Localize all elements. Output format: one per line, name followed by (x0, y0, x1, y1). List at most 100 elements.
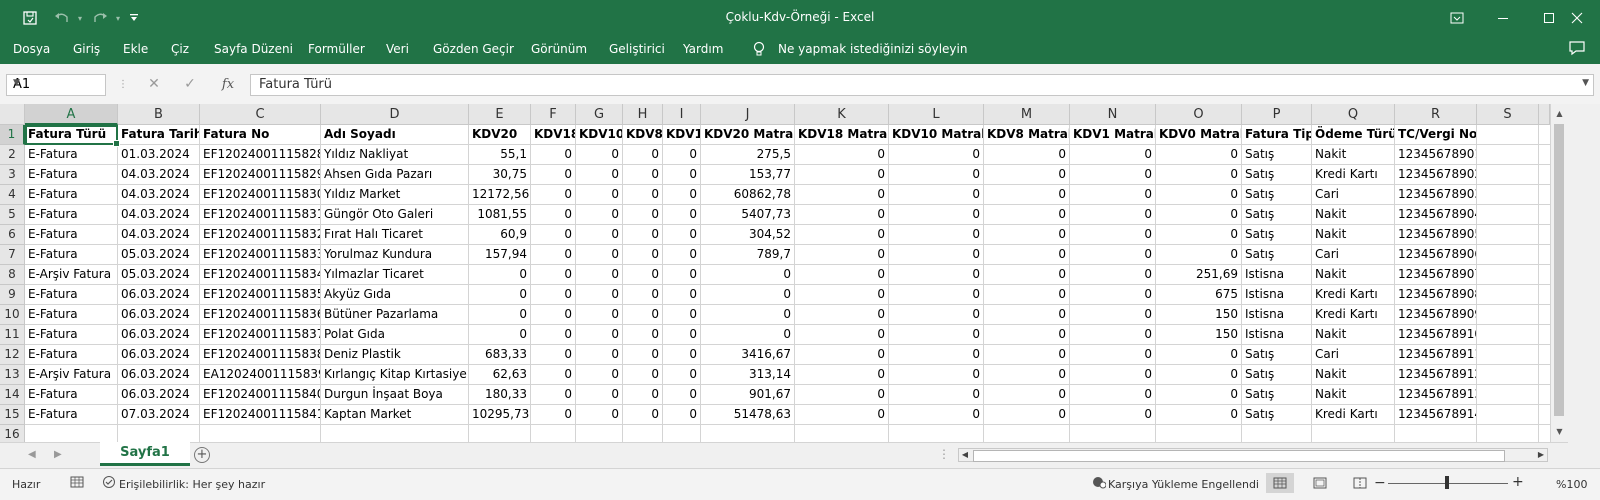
cell[interactable]: Ahsen Gıda Pazarı (321, 165, 469, 185)
cell[interactable]: 04.03.2024 (118, 205, 200, 225)
cell[interactable]: 06.03.2024 (118, 285, 200, 305)
cell[interactable] (1477, 165, 1539, 185)
column-header[interactable]: E (469, 104, 531, 125)
comments-icon[interactable] (1568, 40, 1586, 59)
cell[interactable]: 0 (531, 165, 576, 185)
cell[interactable]: Yılmazlar Ticaret (321, 265, 469, 285)
cell[interactable] (984, 425, 1070, 442)
cell[interactable]: Akyüz Gıda (321, 285, 469, 305)
cell[interactable]: 275,5 (701, 145, 795, 165)
cell[interactable]: Kaptan Market (321, 405, 469, 425)
row-header[interactable]: 5 (0, 205, 25, 225)
cell[interactable]: 157,94 (469, 245, 531, 265)
row-header[interactable]: 12 (0, 345, 25, 365)
horizontal-scroll-thumb[interactable] (973, 450, 1505, 462)
cell[interactable]: 0 (795, 165, 889, 185)
cell[interactable]: 0 (576, 285, 623, 305)
cell[interactable]: 0 (889, 365, 984, 385)
cell[interactable]: 0 (576, 325, 623, 345)
cell[interactable] (1477, 205, 1539, 225)
cell[interactable]: 0 (889, 165, 984, 185)
cell[interactable]: Istisna (1242, 325, 1312, 345)
cell[interactable]: Satış (1242, 405, 1312, 425)
cell[interactable]: 153,77 (701, 165, 795, 185)
cell[interactable]: 0 (623, 205, 663, 225)
cell[interactable]: 0 (1070, 285, 1156, 305)
formula-input[interactable]: Fatura Türü ▼ (250, 74, 1594, 96)
cell[interactable]: 0 (576, 145, 623, 165)
cell[interactable]: 0 (663, 345, 701, 365)
column-header[interactable]: S (1477, 104, 1539, 125)
cell[interactable]: 0 (531, 405, 576, 425)
column-header[interactable]: L (889, 104, 984, 125)
cell[interactable]: 0 (984, 285, 1070, 305)
page-break-view-icon[interactable] (1346, 473, 1374, 493)
header-cell[interactable]: KDV1 (663, 125, 701, 145)
cell[interactable]: EF12024001115834 (200, 265, 321, 285)
cell[interactable]: 0 (663, 205, 701, 225)
cell[interactable]: 12345678908 (1395, 285, 1477, 305)
tab-formuller[interactable]: Formüller (308, 42, 365, 56)
header-cell[interactable]: Ödeme Türü (1312, 125, 1395, 145)
cell[interactable]: EF12024001115836 (200, 305, 321, 325)
cell[interactable]: Satış (1242, 365, 1312, 385)
sheet-tab-sayfa1[interactable]: Sayfa1 (100, 442, 190, 466)
upload-status[interactable]: Karşıya Yükleme Engellendi (1108, 478, 1259, 491)
cell[interactable]: 0 (623, 405, 663, 425)
column-header[interactable]: M (984, 104, 1070, 125)
cell[interactable]: 06.03.2024 (118, 365, 200, 385)
cell[interactable] (889, 425, 984, 442)
cell[interactable]: 0 (663, 385, 701, 405)
cell[interactable]: 0 (1156, 145, 1242, 165)
cell[interactable]: 0 (795, 345, 889, 365)
cell[interactable]: 0 (795, 305, 889, 325)
cell[interactable] (576, 425, 623, 442)
tab-gelistirici[interactable]: Geliştirici (609, 42, 665, 56)
spreadsheet-grid[interactable]: A B C D E F G H I J K L M N O P Q R S 1 Fatura Türü Fatura Ta… (0, 104, 1550, 442)
cell[interactable]: 0 (623, 225, 663, 245)
cell[interactable]: 0 (623, 385, 663, 405)
column-header[interactable]: B (118, 104, 200, 125)
cell[interactable] (1539, 125, 1550, 145)
cell[interactable]: Kredi Kartı (1312, 305, 1395, 325)
cell[interactable]: 0 (623, 145, 663, 165)
cell[interactable]: Nakit (1312, 145, 1395, 165)
cell[interactable]: Satış (1242, 345, 1312, 365)
cell[interactable] (701, 425, 795, 442)
cell[interactable]: 0 (795, 265, 889, 285)
select-all-button[interactable] (0, 104, 25, 125)
cell[interactable] (1539, 345, 1550, 365)
cell[interactable]: 0 (576, 245, 623, 265)
header-cell[interactable]: KDV20 Matrah (701, 125, 795, 145)
next-sheet-icon[interactable]: ▶ (54, 449, 62, 460)
page-layout-view-icon[interactable] (1306, 473, 1334, 493)
cell[interactable]: Satış (1242, 245, 1312, 265)
cell[interactable]: Cari (1312, 185, 1395, 205)
cell[interactable]: 0 (1070, 165, 1156, 185)
cell[interactable]: 12345678907 (1395, 265, 1477, 285)
cell[interactable]: 0 (701, 285, 795, 305)
cell[interactable]: 12345678902 (1395, 165, 1477, 185)
cell[interactable]: 60862,78 (701, 185, 795, 205)
cell[interactable]: 0 (795, 385, 889, 405)
column-header[interactable]: K (795, 104, 889, 125)
cell[interactable]: 55,1 (469, 145, 531, 165)
cell[interactable] (321, 425, 469, 442)
cell[interactable]: 0 (1156, 385, 1242, 405)
cell[interactable] (1156, 425, 1242, 442)
cell[interactable]: 0 (889, 205, 984, 225)
accessibility-icon[interactable] (102, 475, 116, 492)
cell[interactable]: 0 (531, 345, 576, 365)
cell[interactable]: E-Arşiv Fatura (25, 265, 118, 285)
cell[interactable] (623, 425, 663, 442)
cell[interactable]: 12345678909 (1395, 305, 1477, 325)
cell[interactable]: 0 (663, 145, 701, 165)
expand-formula-icon[interactable]: ▼ (1582, 78, 1589, 88)
row-header[interactable]: 8 (0, 265, 25, 285)
cell[interactable]: E-Fatura (25, 185, 118, 205)
cell[interactable]: 0 (576, 365, 623, 385)
cell[interactable]: 180,33 (469, 385, 531, 405)
cell[interactable]: 0 (795, 325, 889, 345)
vertical-scrollbar[interactable]: ▲ ▼ (1550, 104, 1568, 442)
cell[interactable]: Yıldız Market (321, 185, 469, 205)
